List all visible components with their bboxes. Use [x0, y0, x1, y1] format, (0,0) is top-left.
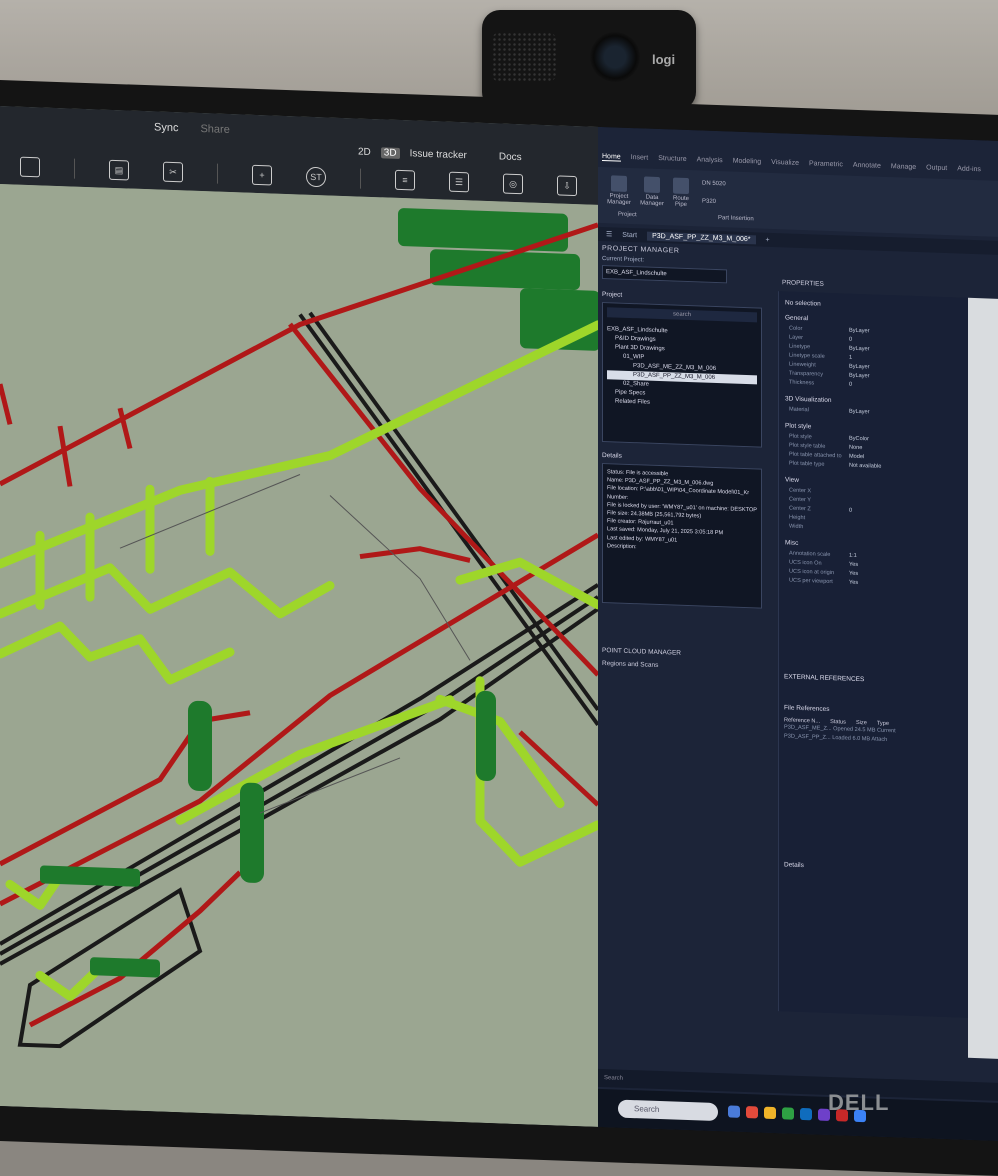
project-manager-icon — [611, 175, 627, 192]
taskbar-search-input[interactable]: Search — [618, 1099, 718, 1122]
point-cloud-header: POINT CLOUD MANAGER — [602, 647, 681, 657]
properties-panel: No selection General Color ByLayer Layer 0… — [778, 291, 969, 1018]
issue-tracker-tab[interactable]: Issue tracker — [410, 148, 467, 161]
webcam-brand: logi — [652, 52, 676, 67]
ribbon-tab-addins[interactable]: Add-ins — [957, 165, 981, 174]
data-manager-button[interactable]: Data Manager — [638, 176, 666, 207]
docs-tab[interactable]: Docs — [499, 151, 522, 163]
ribbon-tab-insert[interactable]: Insert — [631, 154, 649, 163]
toolbar-divider — [360, 168, 361, 189]
taskbar-app-icon[interactable] — [764, 1106, 776, 1120]
tab-sync[interactable]: Sync — [150, 119, 182, 136]
taskbar-app-icon[interactable] — [746, 1106, 758, 1119]
webcam: logi — [482, 10, 696, 146]
project-manager-panel: PROJECT MANAGER Current Project: EXB_ASF… — [602, 245, 770, 621]
skid[interactable] — [40, 865, 140, 887]
selection-dropdown[interactable]: No selection — [785, 299, 969, 312]
layers-icon[interactable]: ≡ — [395, 169, 415, 191]
ribbon-tab-modeling[interactable]: Modeling — [733, 158, 761, 167]
ribbon-tab-home[interactable]: Home — [602, 153, 621, 162]
ribbon-tab-visualize[interactable]: Visualize — [771, 159, 799, 168]
mode-3d-button[interactable]: 3D — [380, 147, 400, 159]
point-cloud-manager-panel: POINT CLOUD MANAGER Regions and Scans — [602, 647, 774, 679]
doc-tab-start[interactable]: Start — [622, 231, 637, 239]
ribbon-tab-annotate[interactable]: Annotate — [853, 162, 881, 171]
monitor: Sync Share 2D 3D Issue tracker Docs ▤ ✂ … — [0, 80, 998, 1176]
regions-and-scans-label: Regions and Scans — [602, 660, 659, 669]
tab-share[interactable]: Share — [196, 121, 233, 138]
project-group-label: Project — [618, 211, 637, 219]
toolbar-divider — [74, 158, 75, 179]
drawing-preview-strip — [968, 297, 998, 1059]
doc-tab-current[interactable]: P3D_ASF_PP_ZZ_M3_M_006* — [647, 231, 756, 244]
spec-dropdown[interactable]: P320 — [702, 199, 742, 206]
ribbon-tab-analysis[interactable]: Analysis — [697, 156, 723, 165]
external-references-panel: EXTERNAL REFERENCES File References Refe… — [778, 673, 968, 881]
monitor-brand-logo: DELL — [828, 1090, 890, 1115]
project-manager-button[interactable]: Project Manager — [604, 175, 634, 206]
vertical-vessel[interactable] — [240, 782, 264, 883]
scissors-icon[interactable]: ✂ — [163, 161, 183, 183]
model-viewer-app: Sync Share 2D 3D Issue tracker Docs ▤ ✂ … — [0, 106, 685, 1127]
ruler-icon[interactable]: ▤ — [109, 159, 129, 181]
file-references-label: File References — [784, 704, 830, 713]
gamepad-icon[interactable]: ◎ — [503, 173, 523, 195]
ribbon-tab-parametric[interactable]: Parametric — [809, 160, 843, 169]
skid[interactable] — [90, 957, 160, 978]
webcam-lens — [590, 32, 640, 82]
data-manager-icon — [644, 176, 660, 194]
vertical-vessel[interactable] — [476, 690, 496, 782]
screen: Sync Share 2D 3D Issue tracker Docs ▤ ✂ … — [0, 106, 998, 1141]
ribbon-tab-manage[interactable]: Manage — [891, 163, 916, 172]
properties-header: PROPERTIES — [782, 279, 824, 288]
route-pipe-button[interactable]: Route Pipe — [668, 177, 694, 208]
menu-icon[interactable]: ☰ — [606, 230, 612, 238]
taskbar-app-icon[interactable] — [800, 1107, 812, 1121]
ribbon-tab-output[interactable]: Output — [926, 164, 947, 173]
ribbon: Project Manager Data Manager Route Pipe … — [598, 166, 998, 237]
list-icon[interactable]: ☰ — [449, 171, 469, 193]
st-button[interactable]: ST — [306, 166, 326, 188]
pipe-model-3d-view[interactable] — [0, 184, 598, 1127]
part-insertion-group-label: Part Insertion — [718, 215, 754, 223]
export-icon[interactable]: ⇩ — [557, 175, 577, 197]
cad-app: Home Insert Structure Analysis Modeling … — [598, 126, 998, 1141]
tree-search-input[interactable]: search — [607, 307, 757, 323]
new-tab-icon[interactable]: + — [766, 236, 770, 243]
details-panel: Status: File is accessible Name: P3D_ASF… — [602, 463, 762, 609]
taskbar-app-icon[interactable] — [728, 1105, 740, 1118]
mode-2d-button[interactable]: 2D — [358, 147, 371, 158]
size-dropdown[interactable]: DN 5020 — [702, 181, 742, 188]
project-tree: search EXB_ASF_Lindschulte P&ID Drawings… — [602, 302, 762, 448]
route-pipe-icon — [673, 177, 689, 195]
taskbar-app-icon[interactable] — [782, 1107, 794, 1120]
webcam-grille — [492, 32, 556, 82]
device-icon[interactable] — [20, 156, 40, 178]
add-comment-icon[interactable]: + — [252, 164, 272, 186]
xref-details-label: Details — [784, 861, 804, 870]
current-project-dropdown[interactable]: EXB_ASF_Lindschulte — [602, 265, 727, 284]
vertical-vessel[interactable] — [188, 700, 212, 792]
ribbon-tab-structure[interactable]: Structure — [658, 155, 686, 164]
toolbar-divider — [217, 163, 218, 184]
